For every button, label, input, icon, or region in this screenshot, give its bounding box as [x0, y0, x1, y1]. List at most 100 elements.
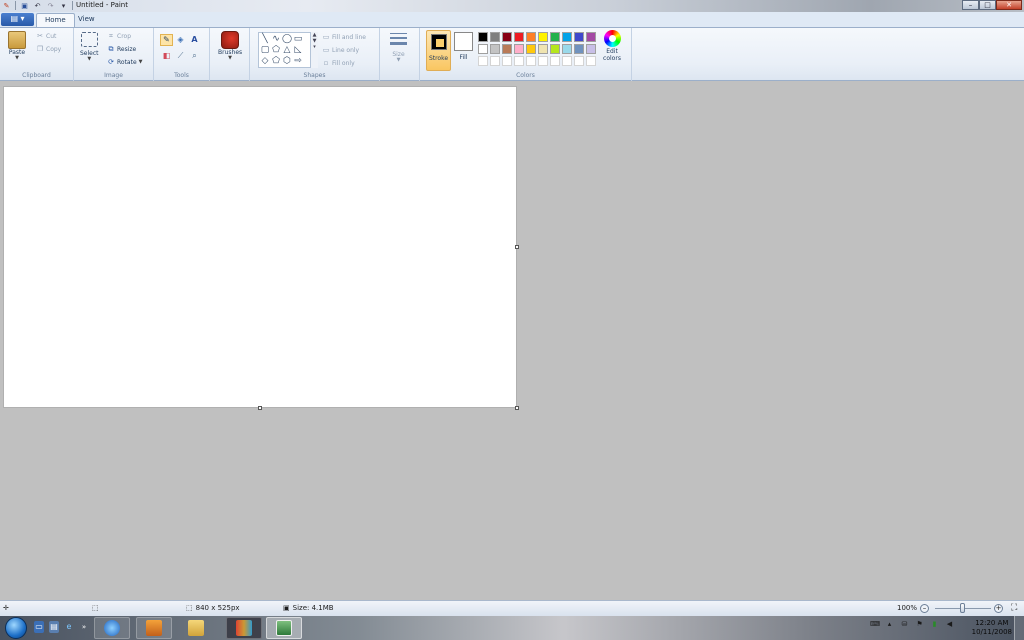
select-button[interactable]: Select ▼ — [80, 32, 99, 62]
edit-colors-button[interactable]: Edit colors — [600, 30, 624, 62]
crop-button[interactable]: ⌗ Crop — [107, 32, 131, 40]
resize-handle-right[interactable] — [515, 245, 519, 249]
color-swatch[interactable] — [550, 56, 560, 66]
taskbar-media-player[interactable] — [136, 617, 172, 639]
color-swatch[interactable] — [490, 56, 500, 66]
color-swatch[interactable] — [514, 32, 524, 42]
start-button[interactable] — [5, 617, 27, 639]
minimize-button[interactable]: – — [962, 0, 979, 10]
color-swatch[interactable] — [586, 56, 596, 66]
magnifier-icon[interactable]: ⌕ — [188, 50, 201, 62]
triangle-shape-icon[interactable]: △ — [282, 45, 292, 55]
cut-button[interactable]: ✂ Cut — [36, 32, 56, 40]
save-icon[interactable]: ▣ — [20, 1, 29, 10]
color-swatch[interactable] — [586, 32, 596, 42]
keyboard-icon[interactable]: ⌨ — [870, 620, 880, 629]
fill-color-button[interactable] — [454, 32, 473, 51]
paint-icon[interactable]: ✎ — [2, 1, 11, 10]
maximize-button[interactable]: □ — [979, 0, 996, 10]
outline-button[interactable]: ▭ Fill and line — [322, 33, 366, 41]
resize-button[interactable]: ⧉ Resize — [107, 45, 137, 53]
shapes-scrollbar[interactable]: ▲ ▼ ▾ — [310, 32, 318, 68]
undo-icon[interactable]: ↶ — [33, 1, 42, 10]
color-swatch[interactable] — [586, 44, 596, 54]
color-swatch[interactable] — [514, 44, 524, 54]
pencil-icon[interactable]: ✎ — [160, 34, 173, 46]
color-swatch[interactable] — [562, 56, 572, 66]
color-swatch[interactable] — [538, 32, 548, 42]
fit-window-icon[interactable]: ⛶ — [1011, 603, 1017, 613]
color-swatch[interactable] — [550, 32, 560, 42]
line-shape-icon[interactable]: ╲ — [260, 34, 270, 44]
taskbar-paint-brushes[interactable] — [226, 617, 262, 639]
curve-shape-icon[interactable]: ∿ — [271, 34, 281, 44]
oval-shape-icon[interactable]: ◯ — [282, 34, 292, 44]
color-swatch[interactable] — [514, 56, 524, 66]
color-swatch[interactable] — [574, 32, 584, 42]
show-desktop-button[interactable] — [1014, 616, 1024, 640]
taskbar-internet-explorer[interactable] — [94, 617, 130, 639]
eraser-icon[interactable]: ◧ — [160, 50, 173, 62]
app-menu-button[interactable]: ▤ ▾ — [1, 13, 34, 26]
internet-explorer-icon[interactable]: e — [64, 621, 74, 633]
size-button[interactable]: Size ▼ — [390, 33, 407, 63]
taskbar-paint[interactable] — [266, 617, 302, 639]
network-signal-icon[interactable]: ▮ — [930, 620, 939, 629]
show-hidden-icons[interactable]: ▴ — [885, 620, 894, 629]
color-swatch[interactable] — [562, 32, 572, 42]
color-swatch[interactable] — [574, 56, 584, 66]
fill-bucket-icon[interactable]: ◈ — [174, 34, 187, 46]
text-icon[interactable]: A — [188, 34, 201, 46]
brushes-button[interactable]: Brushes ▼ — [218, 31, 242, 61]
polygon-shape-icon[interactable]: ⬠ — [271, 45, 281, 55]
resize-handle-corner[interactable] — [515, 406, 519, 410]
right-triangle-shape-icon[interactable]: ◺ — [293, 45, 303, 55]
hexagon-shape-icon[interactable]: ⬡ — [282, 56, 292, 66]
color-swatch[interactable] — [490, 32, 500, 42]
copy-button[interactable]: ❐ Copy — [36, 45, 61, 53]
tab-view[interactable]: View — [70, 13, 103, 27]
stroke-color-button[interactable]: Stroke — [426, 30, 451, 71]
drawing-canvas[interactable] — [4, 87, 516, 407]
action-center-icon[interactable]: ⚑ — [915, 620, 924, 629]
color-swatch[interactable] — [526, 56, 536, 66]
color-swatch[interactable] — [478, 32, 488, 42]
rectangle-shape-icon[interactable]: ▭ — [293, 34, 303, 44]
rounded-rectangle-shape-icon[interactable]: ▢ — [260, 45, 270, 55]
color-swatch[interactable] — [526, 32, 536, 42]
color-swatch[interactable] — [490, 44, 500, 54]
redo-icon[interactable]: ↷ — [46, 1, 55, 10]
paste-button[interactable]: Paste ▼ — [8, 31, 26, 61]
color-swatch[interactable] — [478, 44, 488, 54]
zoom-in-button[interactable]: + — [994, 604, 1003, 613]
customize-icon[interactable]: ▾ — [59, 1, 68, 10]
volume-icon[interactable]: ◀ — [945, 620, 954, 629]
fill-only-button[interactable]: ▫ Fill only — [322, 59, 355, 67]
zoom-out-button[interactable]: – — [920, 604, 929, 613]
color-swatch[interactable] — [574, 44, 584, 54]
arrow-shape-icon[interactable]: ⇨ — [293, 56, 303, 66]
usb-icon[interactable]: ⛁ — [900, 620, 909, 629]
color-swatch[interactable] — [562, 44, 572, 54]
tab-home[interactable]: Home — [36, 13, 75, 27]
clock[interactable]: 12:20 AM 10/11/2008 — [972, 619, 1012, 637]
color-swatch[interactable] — [538, 44, 548, 54]
switch-windows-icon[interactable]: ▤ — [49, 621, 59, 633]
close-button[interactable]: ✕ — [996, 0, 1022, 10]
color-swatch[interactable] — [478, 56, 488, 66]
rotate-button[interactable]: ⟳ Rotate ▼ — [107, 58, 142, 66]
taskbar-explorer[interactable] — [178, 617, 214, 639]
overflow-chevron-icon[interactable]: » — [79, 621, 89, 633]
resize-handle-bottom[interactable] — [258, 406, 262, 410]
color-swatch[interactable] — [538, 56, 548, 66]
pentagon-shape-icon[interactable]: ⬠ — [271, 56, 281, 66]
color-swatch[interactable] — [502, 32, 512, 42]
diamond-shape-icon[interactable]: ◇ — [260, 56, 270, 66]
show-desktop-icon[interactable]: ▭ — [34, 621, 44, 633]
color-swatch[interactable] — [526, 44, 536, 54]
color-swatch[interactable] — [502, 44, 512, 54]
zoom-slider-thumb[interactable] — [960, 603, 965, 613]
color-picker-icon[interactable]: ⟋ — [174, 50, 187, 62]
line-only-button[interactable]: ▭ Line only — [322, 46, 359, 54]
color-swatch[interactable] — [550, 44, 560, 54]
